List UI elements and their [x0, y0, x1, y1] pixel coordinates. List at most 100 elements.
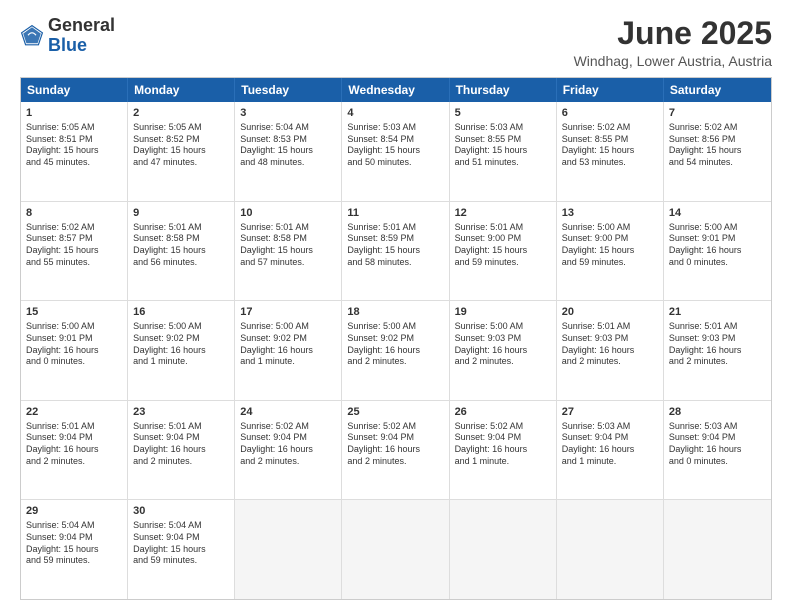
cell-info: Sunrise: 5:02 AMSunset: 9:04 PMDaylight:… — [455, 421, 551, 468]
calendar-cell: 14Sunrise: 5:00 AMSunset: 9:01 PMDayligh… — [664, 202, 771, 301]
calendar-cell: 28Sunrise: 5:03 AMSunset: 9:04 PMDayligh… — [664, 401, 771, 500]
cell-info: Sunrise: 5:00 AMSunset: 9:02 PMDaylight:… — [347, 321, 443, 368]
day-number: 24 — [240, 405, 336, 420]
cell-info: Sunrise: 5:01 AMSunset: 9:04 PMDaylight:… — [133, 421, 229, 468]
header-day-tuesday: Tuesday — [235, 78, 342, 102]
day-number: 17 — [240, 305, 336, 320]
day-number: 10 — [240, 206, 336, 221]
day-number: 23 — [133, 405, 229, 420]
calendar-cell — [557, 500, 664, 599]
calendar-cell: 13Sunrise: 5:00 AMSunset: 9:00 PMDayligh… — [557, 202, 664, 301]
day-number: 25 — [347, 405, 443, 420]
calendar-cell: 26Sunrise: 5:02 AMSunset: 9:04 PMDayligh… — [450, 401, 557, 500]
cell-info: Sunrise: 5:03 AMSunset: 8:54 PMDaylight:… — [347, 122, 443, 169]
calendar: SundayMondayTuesdayWednesdayThursdayFrid… — [20, 77, 772, 600]
day-number: 8 — [26, 206, 122, 221]
calendar-row-3: 22Sunrise: 5:01 AMSunset: 9:04 PMDayligh… — [21, 401, 771, 501]
calendar-cell: 2Sunrise: 5:05 AMSunset: 8:52 PMDaylight… — [128, 102, 235, 201]
day-number: 1 — [26, 106, 122, 121]
day-number: 9 — [133, 206, 229, 221]
calendar-cell: 23Sunrise: 5:01 AMSunset: 9:04 PMDayligh… — [128, 401, 235, 500]
day-number: 21 — [669, 305, 766, 320]
day-number: 22 — [26, 405, 122, 420]
cell-info: Sunrise: 5:01 AMSunset: 9:04 PMDaylight:… — [26, 421, 122, 468]
calendar-cell — [342, 500, 449, 599]
calendar-header: SundayMondayTuesdayWednesdayThursdayFrid… — [21, 78, 771, 102]
cell-info: Sunrise: 5:03 AMSunset: 9:04 PMDaylight:… — [669, 421, 766, 468]
cell-info: Sunrise: 5:03 AMSunset: 8:55 PMDaylight:… — [455, 122, 551, 169]
day-number: 26 — [455, 405, 551, 420]
cell-info: Sunrise: 5:02 AMSunset: 9:04 PMDaylight:… — [240, 421, 336, 468]
calendar-cell: 1Sunrise: 5:05 AMSunset: 8:51 PMDaylight… — [21, 102, 128, 201]
cell-info: Sunrise: 5:00 AMSunset: 9:03 PMDaylight:… — [455, 321, 551, 368]
calendar-row-1: 8Sunrise: 5:02 AMSunset: 8:57 PMDaylight… — [21, 202, 771, 302]
cell-info: Sunrise: 5:02 AMSunset: 8:57 PMDaylight:… — [26, 222, 122, 269]
calendar-cell: 4Sunrise: 5:03 AMSunset: 8:54 PMDaylight… — [342, 102, 449, 201]
cell-info: Sunrise: 5:01 AMSunset: 8:59 PMDaylight:… — [347, 222, 443, 269]
calendar-row-2: 15Sunrise: 5:00 AMSunset: 9:01 PMDayligh… — [21, 301, 771, 401]
calendar-cell — [664, 500, 771, 599]
calendar-cell: 29Sunrise: 5:04 AMSunset: 9:04 PMDayligh… — [21, 500, 128, 599]
header-day-thursday: Thursday — [450, 78, 557, 102]
calendar-cell: 22Sunrise: 5:01 AMSunset: 9:04 PMDayligh… — [21, 401, 128, 500]
cell-info: Sunrise: 5:01 AMSunset: 8:58 PMDaylight:… — [133, 222, 229, 269]
cell-info: Sunrise: 5:01 AMSunset: 8:58 PMDaylight:… — [240, 222, 336, 269]
calendar-cell: 30Sunrise: 5:04 AMSunset: 9:04 PMDayligh… — [128, 500, 235, 599]
calendar-cell: 11Sunrise: 5:01 AMSunset: 8:59 PMDayligh… — [342, 202, 449, 301]
calendar-cell: 21Sunrise: 5:01 AMSunset: 9:03 PMDayligh… — [664, 301, 771, 400]
calendar-cell: 25Sunrise: 5:02 AMSunset: 9:04 PMDayligh… — [342, 401, 449, 500]
day-number: 3 — [240, 106, 336, 121]
calendar-cell: 7Sunrise: 5:02 AMSunset: 8:56 PMDaylight… — [664, 102, 771, 201]
calendar-row-0: 1Sunrise: 5:05 AMSunset: 8:51 PMDaylight… — [21, 102, 771, 202]
cell-info: Sunrise: 5:00 AMSunset: 9:01 PMDaylight:… — [26, 321, 122, 368]
cell-info: Sunrise: 5:00 AMSunset: 9:00 PMDaylight:… — [562, 222, 658, 269]
cell-info: Sunrise: 5:00 AMSunset: 9:02 PMDaylight:… — [240, 321, 336, 368]
day-number: 5 — [455, 106, 551, 121]
cell-info: Sunrise: 5:02 AMSunset: 8:56 PMDaylight:… — [669, 122, 766, 169]
calendar-cell: 8Sunrise: 5:02 AMSunset: 8:57 PMDaylight… — [21, 202, 128, 301]
cell-info: Sunrise: 5:04 AMSunset: 9:04 PMDaylight:… — [26, 520, 122, 567]
header-day-friday: Friday — [557, 78, 664, 102]
day-number: 12 — [455, 206, 551, 221]
cell-info: Sunrise: 5:04 AMSunset: 9:04 PMDaylight:… — [133, 520, 229, 567]
cell-info: Sunrise: 5:05 AMSunset: 8:51 PMDaylight:… — [26, 122, 122, 169]
day-number: 30 — [133, 504, 229, 519]
calendar-body: 1Sunrise: 5:05 AMSunset: 8:51 PMDaylight… — [21, 102, 771, 599]
cell-info: Sunrise: 5:05 AMSunset: 8:52 PMDaylight:… — [133, 122, 229, 169]
logo-icon — [20, 24, 44, 48]
header-day-monday: Monday — [128, 78, 235, 102]
day-number: 7 — [669, 106, 766, 121]
header-day-sunday: Sunday — [21, 78, 128, 102]
cell-info: Sunrise: 5:01 AMSunset: 9:03 PMDaylight:… — [562, 321, 658, 368]
calendar-cell: 10Sunrise: 5:01 AMSunset: 8:58 PMDayligh… — [235, 202, 342, 301]
day-number: 20 — [562, 305, 658, 320]
day-number: 27 — [562, 405, 658, 420]
cell-info: Sunrise: 5:01 AMSunset: 9:00 PMDaylight:… — [455, 222, 551, 269]
calendar-cell: 20Sunrise: 5:01 AMSunset: 9:03 PMDayligh… — [557, 301, 664, 400]
calendar-cell: 3Sunrise: 5:04 AMSunset: 8:53 PMDaylight… — [235, 102, 342, 201]
day-number: 19 — [455, 305, 551, 320]
calendar-cell — [450, 500, 557, 599]
calendar-cell: 17Sunrise: 5:00 AMSunset: 9:02 PMDayligh… — [235, 301, 342, 400]
calendar-cell: 15Sunrise: 5:00 AMSunset: 9:01 PMDayligh… — [21, 301, 128, 400]
page: General Blue June 2025 Windhag, Lower Au… — [0, 0, 792, 612]
cell-info: Sunrise: 5:00 AMSunset: 9:01 PMDaylight:… — [669, 222, 766, 269]
day-number: 11 — [347, 206, 443, 221]
title-block: June 2025 Windhag, Lower Austria, Austri… — [574, 16, 772, 69]
day-number: 4 — [347, 106, 443, 121]
cell-info: Sunrise: 5:04 AMSunset: 8:53 PMDaylight:… — [240, 122, 336, 169]
month-title: June 2025 — [574, 16, 772, 51]
calendar-cell: 27Sunrise: 5:03 AMSunset: 9:04 PMDayligh… — [557, 401, 664, 500]
logo-text: General Blue — [48, 16, 115, 56]
day-number: 28 — [669, 405, 766, 420]
day-number: 29 — [26, 504, 122, 519]
header-day-saturday: Saturday — [664, 78, 771, 102]
cell-info: Sunrise: 5:02 AMSunset: 8:55 PMDaylight:… — [562, 122, 658, 169]
day-number: 14 — [669, 206, 766, 221]
calendar-row-4: 29Sunrise: 5:04 AMSunset: 9:04 PMDayligh… — [21, 500, 771, 599]
cell-info: Sunrise: 5:00 AMSunset: 9:02 PMDaylight:… — [133, 321, 229, 368]
calendar-cell: 5Sunrise: 5:03 AMSunset: 8:55 PMDaylight… — [450, 102, 557, 201]
cell-info: Sunrise: 5:03 AMSunset: 9:04 PMDaylight:… — [562, 421, 658, 468]
calendar-cell — [235, 500, 342, 599]
calendar-cell: 6Sunrise: 5:02 AMSunset: 8:55 PMDaylight… — [557, 102, 664, 201]
